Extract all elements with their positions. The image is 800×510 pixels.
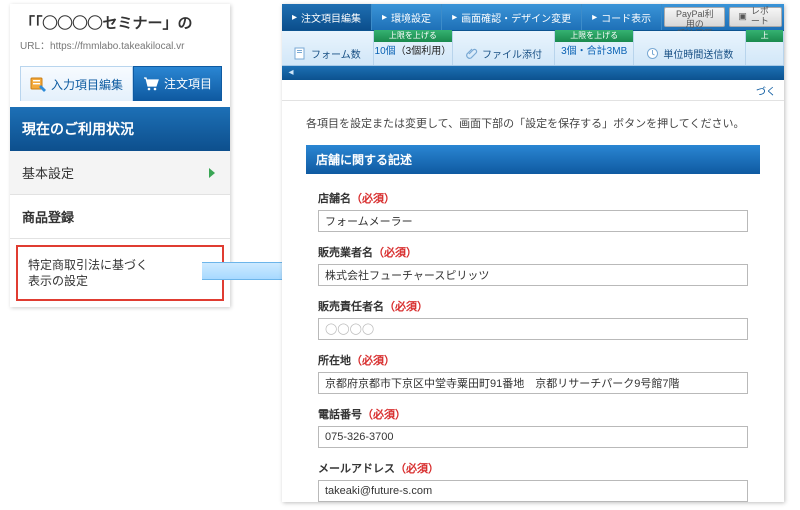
field-label: 電話番号 bbox=[318, 409, 362, 421]
required-mark: （必須） bbox=[373, 247, 417, 259]
nav-order-edit[interactable]: ▸注文項目編集 bbox=[282, 4, 372, 30]
sidebar-item-label: 商品登録 bbox=[22, 207, 74, 226]
subnav-forms[interactable]: フォーム数 bbox=[282, 31, 374, 65]
email-input[interactable] bbox=[318, 480, 748, 502]
subnav-attach[interactable]: ファイル添付 bbox=[453, 31, 555, 65]
sidebar-item-label: 特定商取引法に基づく表示の設定 bbox=[28, 257, 212, 289]
nav-env[interactable]: ▸環境設定 bbox=[372, 4, 442, 30]
required-mark: （必須） bbox=[351, 355, 395, 367]
manager-name-input[interactable] bbox=[318, 318, 748, 340]
field-label: 販売業者名 bbox=[318, 247, 373, 259]
sidebar-item-product[interactable]: 商品登録 bbox=[10, 195, 230, 239]
limit-link[interactable]: 3個・合計3MB bbox=[561, 46, 627, 57]
field-label: メールアドレス bbox=[318, 463, 395, 475]
chevron-left-icon[interactable]: ◂ bbox=[284, 66, 298, 80]
page-title: 「「◯◯◯◯セミナー」の bbox=[20, 12, 220, 33]
phone-input[interactable] bbox=[318, 426, 748, 448]
clock-icon bbox=[646, 47, 659, 60]
cart-icon bbox=[143, 76, 159, 92]
chevron-right-icon: ▸ bbox=[292, 12, 297, 23]
subnav-forms-limit[interactable]: 上限を上げる 10個（3個利用） bbox=[374, 31, 453, 65]
sidebar-item-label: 基本設定 bbox=[22, 163, 74, 182]
tab-input-items[interactable]: 入力項目編集 bbox=[20, 66, 133, 101]
doc-icon bbox=[294, 47, 307, 60]
subnav-attach-limit[interactable]: 上限を上げる 3個・合計3MB bbox=[555, 31, 634, 65]
sub-nav: フォーム数 上限を上げる 10個（3個利用） ファイル添付 上限を上げる 3個・… bbox=[282, 31, 784, 66]
breadcrumb: づく bbox=[282, 80, 784, 101]
chevron-right-icon: ▸ bbox=[452, 12, 457, 23]
page-url: URL：https://fmmlabo.takeakilocal.vr bbox=[20, 37, 220, 52]
instruction-text: 各項目を設定または変更して、画面下部の「設定を保存する」ボタンを押してください。 bbox=[306, 115, 760, 131]
limit-link[interactable]: 10個 bbox=[375, 46, 396, 57]
address-input[interactable] bbox=[318, 372, 748, 394]
field-label: 所在地 bbox=[318, 355, 351, 367]
required-mark: （必須） bbox=[395, 463, 439, 475]
nav-design[interactable]: ▸画面確認・デザイン変更 bbox=[442, 4, 582, 30]
clip-icon bbox=[465, 47, 478, 60]
toolbar: ◂ bbox=[282, 66, 784, 80]
chevron-right-icon bbox=[206, 167, 218, 179]
left-panel: 「「◯◯◯◯セミナー」の URL：https://fmmlabo.takeaki… bbox=[10, 4, 230, 307]
subnav-unit[interactable]: 単位時間送信数 bbox=[634, 31, 746, 65]
tab-label: 注文項目 bbox=[164, 75, 212, 92]
field-label: 店舗名 bbox=[318, 193, 351, 205]
status-heading: 現在のご利用状況 bbox=[10, 107, 230, 151]
chevron-right-icon: ▸ bbox=[592, 12, 597, 23]
raise-badge: 上 bbox=[746, 30, 783, 42]
required-mark: （必須） bbox=[384, 301, 428, 313]
tab-label: 入力項目編集 bbox=[51, 76, 123, 93]
right-panel: ▸注文項目編集 ▸環境設定 ▸画面確認・デザイン変更 ▸コード表示 PayPal… bbox=[282, 4, 784, 502]
sidebar-item-basic[interactable]: 基本設定 bbox=[10, 151, 230, 195]
required-mark: （必須） bbox=[362, 409, 406, 421]
tab-order-items[interactable]: 注文項目 bbox=[133, 66, 222, 101]
nav-report-button[interactable]: ▣ レポート bbox=[729, 7, 782, 27]
raise-badge: 上限を上げる bbox=[555, 30, 633, 42]
subnav-extra: 上 bbox=[746, 31, 784, 65]
seller-name-input[interactable] bbox=[318, 264, 748, 286]
top-nav: ▸注文項目編集 ▸環境設定 ▸画面確認・デザイン変更 ▸コード表示 PayPal… bbox=[282, 4, 784, 31]
nav-paypal-button[interactable]: PayPal利用の受注履歴 bbox=[664, 7, 725, 27]
nav-code[interactable]: ▸コード表示 bbox=[582, 4, 662, 30]
sidebar-item-law[interactable]: 特定商取引法に基づく表示の設定 bbox=[16, 245, 224, 301]
required-mark: （必須） bbox=[351, 193, 395, 205]
connector-line bbox=[202, 262, 293, 280]
shop-name-input[interactable] bbox=[318, 210, 748, 232]
chevron-right-icon: ▸ bbox=[382, 12, 387, 23]
field-label: 販売責任者名 bbox=[318, 301, 384, 313]
raise-badge: 上限を上げる bbox=[374, 30, 452, 42]
section-title: 店舗に関する記述 bbox=[306, 145, 760, 174]
form-icon bbox=[30, 76, 46, 92]
